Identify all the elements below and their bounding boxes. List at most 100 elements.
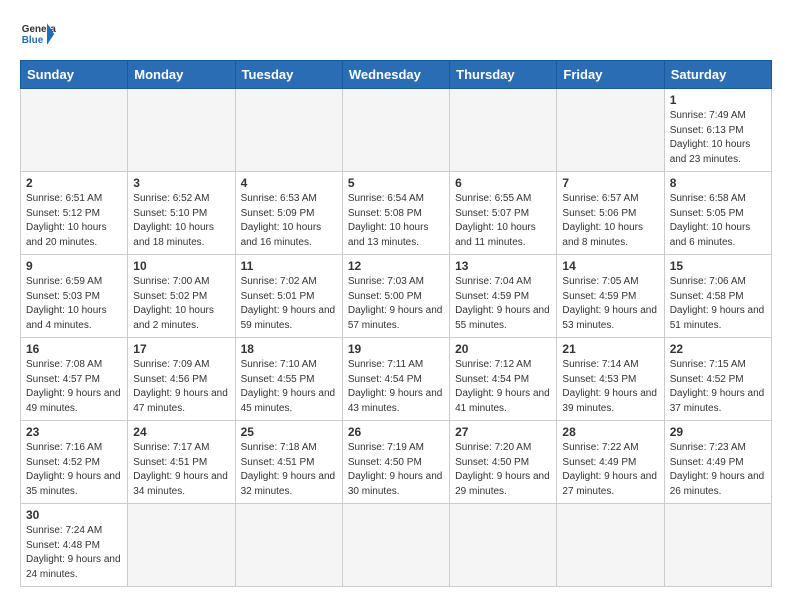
day-info: Sunrise: 7:05 AM Sunset: 4:59 PM Dayligh… [562, 275, 658, 333]
header: General Blue [20, 16, 772, 52]
week-row-5: 23 Sunrise: 7:16 AM Sunset: 4:52 PM Dayli… [21, 421, 772, 504]
day-info: Sunrise: 6:51 AM Sunset: 5:12 PM Dayligh… [26, 192, 122, 250]
day-number: 12 [348, 259, 444, 273]
generalblue-logo-icon: General Blue [20, 16, 56, 52]
weekday-header-monday: Monday [128, 61, 235, 89]
day-cell: 30 Sunrise: 7:24 AM Sunset: 4:48 PM Dayli… [21, 504, 128, 587]
day-cell: 2Sunrise: 6:51 AM Sunset: 5:12 PM Daylig… [21, 172, 128, 255]
day-number: 4 [241, 176, 337, 190]
day-number: 7 [562, 176, 658, 190]
weekday-header-saturday: Saturday [664, 61, 771, 89]
day-cell: 6Sunrise: 6:55 AM Sunset: 5:07 PM Daylig… [450, 172, 557, 255]
day-info: Sunrise: 7:08 AM Sunset: 4:57 PM Dayligh… [26, 358, 122, 416]
day-number: 6 [455, 176, 551, 190]
day-cell: 19Sunrise: 7:11 AM Sunset: 4:54 PM Dayli… [342, 338, 449, 421]
day-cell: 24Sunrise: 7:17 AM Sunset: 4:51 PM Dayli… [128, 421, 235, 504]
week-row-6: 30 Sunrise: 7:24 AM Sunset: 4:48 PM Dayli… [21, 504, 772, 587]
day-info: Sunrise: 7:17 AM Sunset: 4:51 PM Dayligh… [133, 441, 229, 499]
weekday-header-tuesday: Tuesday [235, 61, 342, 89]
week-row-3: 9 Sunrise: 6:59 AM Sunset: 5:03 PM Daylig… [21, 255, 772, 338]
day-info: Sunrise: 7:10 AM Sunset: 4:55 PM Dayligh… [241, 358, 337, 416]
day-cell: 20Sunrise: 7:12 AM Sunset: 4:54 PM Dayli… [450, 338, 557, 421]
weekday-header-wednesday: Wednesday [342, 61, 449, 89]
day-number: 18 [241, 342, 337, 356]
day-info: Sunrise: 7:09 AM Sunset: 4:56 PM Dayligh… [133, 358, 229, 416]
day-info: Sunrise: 7:02 AM Sunset: 5:01 PM Dayligh… [241, 275, 337, 333]
day-cell [21, 89, 128, 172]
day-number: 28 [562, 425, 658, 439]
day-cell: 21 Sunrise: 7:14 AM Sunset: 4:53 PM Dayli… [557, 338, 664, 421]
day-number: 10 [133, 259, 229, 273]
day-info: Sunrise: 7:16 AM Sunset: 4:52 PM Dayligh… [26, 441, 122, 499]
day-number: 17 [133, 342, 229, 356]
logo: General Blue [20, 16, 56, 52]
day-info: Sunrise: 6:52 AM Sunset: 5:10 PM Dayligh… [133, 192, 229, 250]
week-row-4: 16 Sunrise: 7:08 AM Sunset: 4:57 PM Dayli… [21, 338, 772, 421]
day-cell [128, 504, 235, 587]
day-cell: 10Sunrise: 7:00 AM Sunset: 5:02 PM Dayli… [128, 255, 235, 338]
day-number: 5 [348, 176, 444, 190]
day-cell: 15Sunrise: 7:06 AM Sunset: 4:58 PM Dayli… [664, 255, 771, 338]
day-number: 21 [562, 342, 658, 356]
weekday-header-row: SundayMondayTuesdayWednesdayThursdayFrid… [21, 61, 772, 89]
day-cell [235, 89, 342, 172]
svg-text:Blue: Blue [22, 35, 44, 46]
day-info: Sunrise: 6:59 AM Sunset: 5:03 PM Dayligh… [26, 275, 122, 333]
calendar-page: General Blue SundayMondayTuesdayWednesda… [0, 0, 792, 607]
day-info: Sunrise: 7:49 AM Sunset: 6:13 PM Dayligh… [670, 109, 766, 167]
day-cell [235, 504, 342, 587]
day-cell [557, 89, 664, 172]
day-cell [450, 89, 557, 172]
day-info: Sunrise: 7:11 AM Sunset: 4:54 PM Dayligh… [348, 358, 444, 416]
day-number: 27 [455, 425, 551, 439]
day-cell: 14 Sunrise: 7:05 AM Sunset: 4:59 PM Dayli… [557, 255, 664, 338]
day-info: Sunrise: 7:18 AM Sunset: 4:51 PM Dayligh… [241, 441, 337, 499]
day-cell: 27Sunrise: 7:20 AM Sunset: 4:50 PM Dayli… [450, 421, 557, 504]
day-cell: 4Sunrise: 6:53 AM Sunset: 5:09 PM Daylig… [235, 172, 342, 255]
day-info: Sunrise: 7:22 AM Sunset: 4:49 PM Dayligh… [562, 441, 658, 499]
day-number: 8 [670, 176, 766, 190]
day-number: 26 [348, 425, 444, 439]
day-number: 23 [26, 425, 122, 439]
day-number: 22 [670, 342, 766, 356]
week-row-2: 2Sunrise: 6:51 AM Sunset: 5:12 PM Daylig… [21, 172, 772, 255]
day-cell: 22 Sunrise: 7:15 AM Sunset: 4:52 PM Dayli… [664, 338, 771, 421]
day-number: 25 [241, 425, 337, 439]
day-cell [342, 504, 449, 587]
day-cell [128, 89, 235, 172]
day-cell: 8 Sunrise: 6:58 AM Sunset: 5:05 PM Daylig… [664, 172, 771, 255]
day-info: Sunrise: 6:57 AM Sunset: 5:06 PM Dayligh… [562, 192, 658, 250]
day-cell: 28 Sunrise: 7:22 AM Sunset: 4:49 PM Dayli… [557, 421, 664, 504]
day-cell [342, 89, 449, 172]
day-number: 30 [26, 508, 122, 522]
day-cell: 5 Sunrise: 6:54 AM Sunset: 5:08 PM Daylig… [342, 172, 449, 255]
day-cell: 26 Sunrise: 7:19 AM Sunset: 4:50 PM Dayli… [342, 421, 449, 504]
day-info: Sunrise: 7:15 AM Sunset: 4:52 PM Dayligh… [670, 358, 766, 416]
day-number: 13 [455, 259, 551, 273]
day-info: Sunrise: 7:19 AM Sunset: 4:50 PM Dayligh… [348, 441, 444, 499]
day-cell: 13 Sunrise: 7:04 AM Sunset: 4:59 PM Dayli… [450, 255, 557, 338]
day-cell: 16 Sunrise: 7:08 AM Sunset: 4:57 PM Dayli… [21, 338, 128, 421]
day-cell: 18 Sunrise: 7:10 AM Sunset: 4:55 PM Dayli… [235, 338, 342, 421]
day-info: Sunrise: 7:14 AM Sunset: 4:53 PM Dayligh… [562, 358, 658, 416]
day-info: Sunrise: 7:04 AM Sunset: 4:59 PM Dayligh… [455, 275, 551, 333]
day-number: 14 [562, 259, 658, 273]
day-cell: 9 Sunrise: 6:59 AM Sunset: 5:03 PM Daylig… [21, 255, 128, 338]
day-number: 1 [670, 93, 766, 107]
day-info: Sunrise: 7:23 AM Sunset: 4:49 PM Dayligh… [670, 441, 766, 499]
day-cell: 11Sunrise: 7:02 AM Sunset: 5:01 PM Dayli… [235, 255, 342, 338]
week-row-1: 1 Sunrise: 7:49 AM Sunset: 6:13 PM Daylig… [21, 89, 772, 172]
day-number: 9 [26, 259, 122, 273]
day-number: 16 [26, 342, 122, 356]
day-cell: 25 Sunrise: 7:18 AM Sunset: 4:51 PM Dayli… [235, 421, 342, 504]
day-info: Sunrise: 7:06 AM Sunset: 4:58 PM Dayligh… [670, 275, 766, 333]
day-info: Sunrise: 7:24 AM Sunset: 4:48 PM Dayligh… [26, 524, 122, 582]
weekday-header-friday: Friday [557, 61, 664, 89]
day-info: Sunrise: 6:54 AM Sunset: 5:08 PM Dayligh… [348, 192, 444, 250]
day-cell: 17 Sunrise: 7:09 AM Sunset: 4:56 PM Dayli… [128, 338, 235, 421]
day-cell: 1 Sunrise: 7:49 AM Sunset: 6:13 PM Daylig… [664, 89, 771, 172]
day-info: Sunrise: 6:58 AM Sunset: 5:05 PM Dayligh… [670, 192, 766, 250]
day-cell [664, 504, 771, 587]
day-cell: 12 Sunrise: 7:03 AM Sunset: 5:00 PM Dayli… [342, 255, 449, 338]
day-info: Sunrise: 7:03 AM Sunset: 5:00 PM Dayligh… [348, 275, 444, 333]
